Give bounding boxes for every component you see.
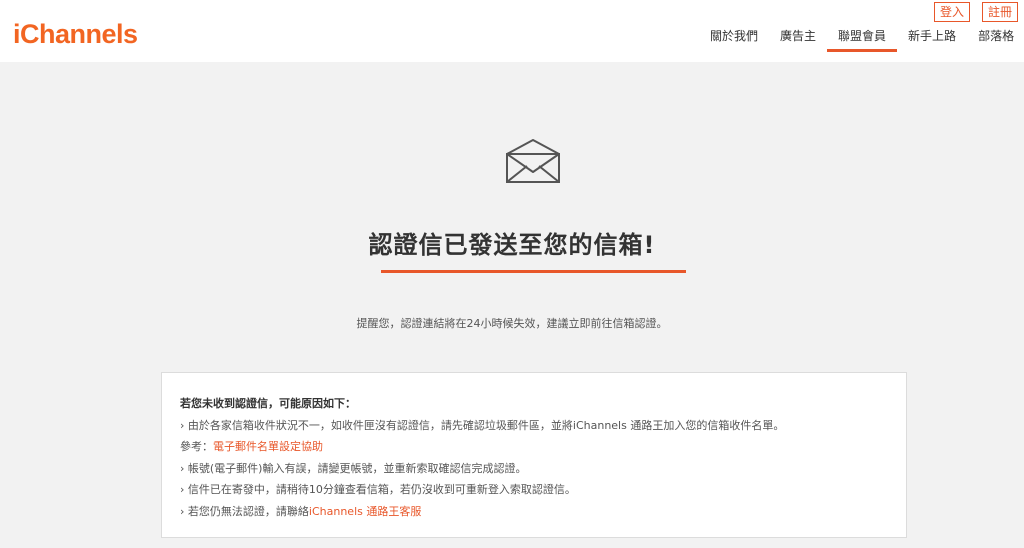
info-line-spam: › 由於各家信箱收件狀況不一，如收件匣沒有認證信，請先確認垃圾郵件區，並將iCh…: [180, 418, 785, 432]
info-line-wait: › 信件已在寄發中，請稍待10分鐘查看信箱，若仍沒收到可重新登入索取認證信。: [180, 483, 576, 496]
info-line-reference: 參考：電子郵件名單設定協助: [180, 436, 888, 458]
hint-text: 提醒您，認證連結將在24小時候失效，建議立即前往信箱認證。: [356, 317, 668, 330]
nav-item-affiliate[interactable]: 聯盟會員: [827, 28, 898, 52]
info-line-contact: › 若您仍無法認證，請聯絡iChannels 通路王客服: [180, 501, 888, 523]
contact-label: › 若您仍無法認證，請聯絡: [180, 504, 309, 518]
customer-service-link[interactable]: iChannels 通路王客服: [309, 505, 421, 518]
info-heading: 若您未收到認證信，可能原因如下：: [180, 397, 356, 410]
email-list-help-link[interactable]: 電子郵件名單設定協助: [213, 440, 323, 453]
title-underline: [381, 270, 686, 273]
reference-label: 參考：: [180, 440, 213, 453]
page-title: 認證信已發送至您的信箱!: [368, 231, 656, 259]
nav-item-advertiser[interactable]: 廣告主: [769, 28, 827, 52]
main-nav: 關於我們 廣告主 聯盟會員 新手上路 部落格: [699, 28, 1024, 52]
nav-item-about[interactable]: 關於我們: [699, 28, 769, 52]
nav-item-getting-started[interactable]: 新手上路: [897, 28, 967, 52]
info-line-account: › 帳號(電子郵件)輸入有誤，請變更帳號，並重新索取確認信完成認證。: [180, 461, 527, 475]
nav-item-blog[interactable]: 部落格: [967, 28, 1024, 52]
envelope-icon: [506, 139, 560, 183]
info-box: 若您未收到認證信，可能原因如下： › 由於各家信箱收件狀況不一，如收件匣沒有認證…: [161, 372, 907, 538]
logo[interactable]: iChannels: [13, 18, 138, 50]
login-button[interactable]: 登入: [933, 2, 970, 22]
header: iChannels 登入 註冊 關於我們 廣告主 聯盟會員 新手上路 部落格: [0, 0, 1024, 62]
auth-buttons: 登入 註冊: [933, 2, 1018, 22]
register-button[interactable]: 註冊: [981, 2, 1018, 22]
